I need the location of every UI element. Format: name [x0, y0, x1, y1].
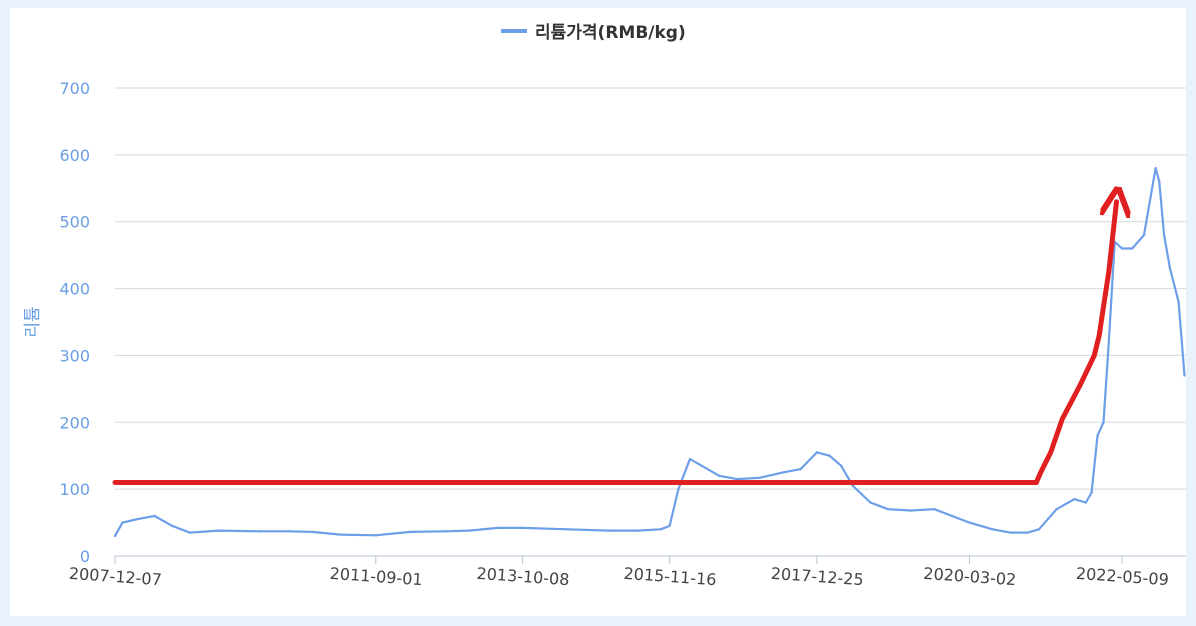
data-point [668, 524, 671, 528]
data-point [467, 529, 471, 532]
x-tick-label-2013-10-08: 2013-10-08 [476, 564, 570, 589]
data-point [717, 474, 721, 477]
x-tick-label-2011-09-01: 2011-09-01 [329, 564, 423, 589]
data-point [444, 530, 447, 533]
data-point [1084, 501, 1088, 504]
x-tick-label-2017-12-25: 2017-12-25 [770, 564, 864, 589]
y-tick-label-500: 500 [59, 213, 90, 232]
data-point [1102, 421, 1105, 424]
data-point [1008, 531, 1012, 534]
chart-panel: 0 100 200 300 400 500 600 700 2007-12-07 2011-09… [10, 8, 1186, 616]
data-point [1073, 497, 1076, 501]
annotation-arrow [1033, 202, 1116, 485]
data-point [339, 533, 342, 536]
grid-lines [115, 87, 1186, 490]
data-point [799, 467, 802, 471]
data-point [607, 529, 610, 532]
data-point [950, 514, 954, 518]
data-point [153, 514, 156, 518]
data-point [1096, 434, 1099, 437]
y-axis-ticks: 0 100 200 300 400 500 600 700 [59, 79, 90, 566]
y-tick-label-100: 100 [59, 480, 90, 499]
data-point [258, 530, 261, 533]
data-point [869, 501, 872, 504]
data-point [1142, 233, 1146, 237]
data-point [1158, 180, 1161, 183]
data-point [217, 529, 220, 532]
y-tick-label-400: 400 [59, 280, 90, 299]
data-point [735, 477, 738, 481]
data-point [1090, 491, 1093, 494]
lithium-price-chart: 0 100 200 300 400 500 600 700 2007-12-07 2011-09… [23, 23, 1186, 589]
data-point [374, 534, 377, 537]
x-tick-label-2020-03-02: 2020-03-02 [923, 564, 1017, 589]
data-point [700, 464, 703, 467]
y-tick-label-200: 200 [59, 413, 90, 432]
y-tick-label-0: 0 [80, 547, 90, 566]
x-tick-label-2007-12-07: 2007-12-07 [68, 564, 162, 589]
data-point [113, 534, 117, 538]
data-point [991, 528, 994, 531]
data-point [1177, 300, 1180, 304]
y-tick-label-300: 300 [59, 346, 90, 365]
legend-label-lithium-price[interactable]: 리튬가격(RMB/kg) [535, 23, 686, 43]
data-point [851, 484, 855, 487]
y-tick-label-700: 700 [59, 79, 90, 98]
data-point [496, 526, 500, 530]
data-point [886, 508, 890, 511]
data-point [287, 530, 290, 533]
legend: 리튬가격(RMB/kg) [501, 23, 686, 43]
data-point [1120, 247, 1124, 250]
data-point [1037, 528, 1041, 531]
data-point [310, 530, 313, 534]
data-point [566, 528, 569, 531]
x-tick-label-2022-05-09: 2022-05-09 [1075, 564, 1169, 589]
data-point [1055, 508, 1058, 511]
data-point [1026, 531, 1029, 534]
data-point [815, 451, 819, 454]
y-axis-label: 리튬 [23, 306, 43, 337]
data-point [521, 526, 524, 530]
data-point [1107, 340, 1111, 344]
x-axis: 2007-12-07 2011-09-01 2013-10-08 2015-11-16… [68, 555, 1186, 589]
data-point [121, 521, 124, 524]
data-point [170, 524, 174, 528]
data-point [1162, 233, 1166, 237]
data-point [409, 530, 412, 534]
y-tick-label-600: 600 [59, 146, 90, 165]
data-point [909, 509, 913, 512]
data-point [1168, 267, 1172, 270]
data-point [1154, 167, 1157, 170]
data-point [659, 528, 663, 531]
data-point [1130, 247, 1134, 250]
data-point [828, 454, 831, 457]
data-point [781, 471, 785, 474]
data-point [188, 531, 191, 534]
data-point [758, 476, 761, 479]
data-point [839, 464, 843, 467]
annotation-layer [112, 202, 1117, 485]
data-point [933, 508, 936, 511]
x-tick-label-2015-11-16: 2015-11-16 [623, 564, 717, 589]
data-point [1183, 374, 1186, 377]
data-point [968, 521, 971, 524]
data-point [677, 487, 680, 491]
data-point [135, 518, 139, 521]
data-point [636, 529, 639, 532]
data-point [688, 457, 692, 461]
